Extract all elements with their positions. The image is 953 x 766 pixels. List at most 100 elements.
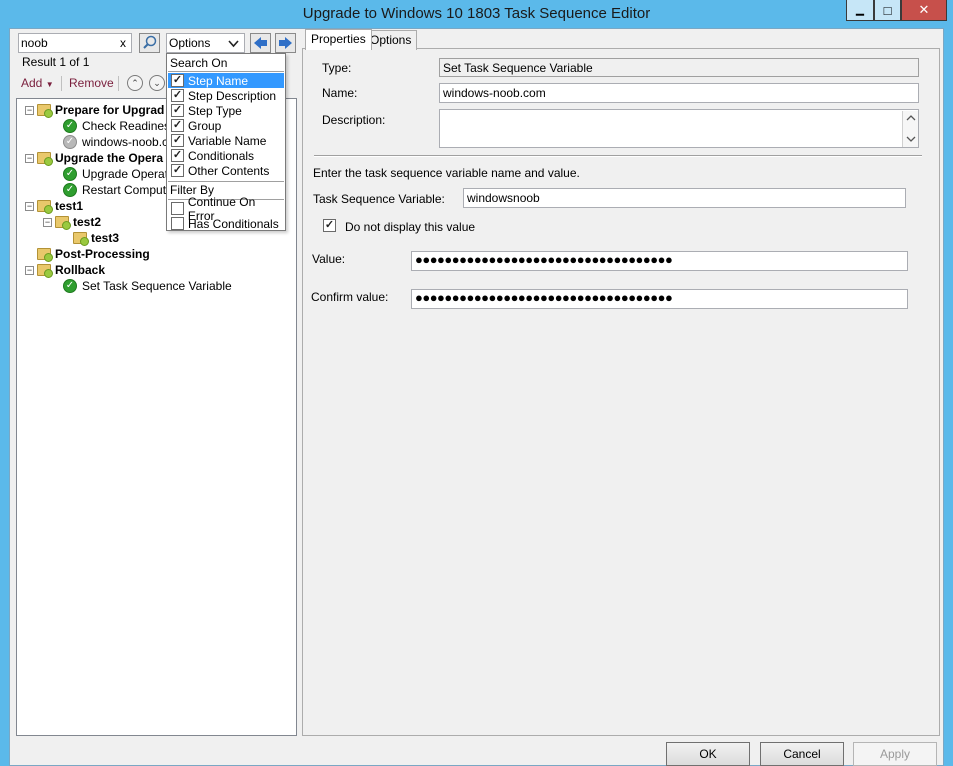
group-folder-icon <box>73 232 89 246</box>
search-on-option[interactable]: ✓ Other Contents <box>168 163 284 178</box>
checkmark-icon: ✓ <box>324 219 335 231</box>
search-on-option[interactable]: ✓ Step Name <box>168 73 284 88</box>
add-button[interactable]: Add ▼ <box>21 76 54 90</box>
search-on-option[interactable]: ✓ Step Type <box>168 103 284 118</box>
group-folder-icon <box>37 264 53 278</box>
window-title: Upgrade to Windows 10 1803 Task Sequence… <box>302 5 651 22</box>
step-disabled-icon: ✓ <box>63 135 77 149</box>
value-field[interactable]: ●●●●●●●●●●●●●●●●●●●●●●●●●●●●●●●●●●●● <box>411 251 908 271</box>
tree-node[interactable]: − Rollback <box>25 262 105 278</box>
name-field[interactable]: windows-noob.com <box>439 83 919 103</box>
tree-node[interactable]: − Upgrade the Opera <box>25 150 163 166</box>
checkbox[interactable]: ✓ <box>171 164 184 177</box>
search-button[interactable] <box>139 33 160 53</box>
checkbox[interactable]: ✓ <box>171 134 184 147</box>
tree-node[interactable]: Post-Processing <box>25 246 150 262</box>
group-folder-icon <box>55 216 71 230</box>
step-ok-icon: ✓ <box>63 279 77 293</box>
group-folder-icon <box>37 152 53 166</box>
tab-options[interactable]: Options <box>364 30 418 50</box>
checkbox[interactable] <box>171 217 184 230</box>
tree-node[interactable]: − test2 <box>43 214 101 230</box>
close-button[interactable]: ✕ <box>901 0 947 21</box>
ok-button[interactable]: OK <box>666 742 750 766</box>
instruction-text: Enter the task sequence variable name an… <box>313 166 580 180</box>
search-on-option[interactable]: ✓ Variable Name <box>168 133 284 148</box>
checkbox[interactable]: ✓ <box>171 119 184 132</box>
remove-button[interactable]: Remove <box>69 76 114 90</box>
checkbox[interactable] <box>171 202 184 215</box>
search-on-option[interactable]: ✓ Group <box>168 118 284 133</box>
filter-by-option[interactable]: Continue On Error <box>168 195 284 223</box>
description-field[interactable] <box>439 109 919 148</box>
tree-node[interactable]: test3 <box>61 230 119 246</box>
menu-divider <box>168 71 284 72</box>
search-input-value: noob <box>21 36 48 50</box>
filter-by-option[interactable]: Has Conditionals <box>168 216 284 231</box>
tab-properties[interactable]: Properties <box>305 29 372 50</box>
search-on-option-label: Other Contents <box>188 163 270 178</box>
filter-by-option-label: Has Conditionals <box>188 216 279 231</box>
search-input[interactable]: noob x <box>18 33 132 53</box>
group-folder-icon <box>37 200 53 214</box>
type-field: Set Task Sequence Variable <box>439 58 919 77</box>
checkbox[interactable]: ✓ <box>171 149 184 162</box>
checkbox[interactable]: ✓ <box>171 104 184 117</box>
variable-value: windowsnoob <box>467 191 540 205</box>
tree-node-label: Check Readiness <box>82 119 177 133</box>
move-up-button[interactable]: ⌃ <box>127 75 143 91</box>
tree-node[interactable]: − Prepare for Upgrad <box>25 102 164 118</box>
confirm-value-field[interactable]: ●●●●●●●●●●●●●●●●●●●●●●●●●●●●●●●●●●●● <box>411 289 908 309</box>
tree-node[interactable]: ✓ Upgrade Operating <box>43 166 184 182</box>
tree-node-label: Set Task Sequence Variable <box>82 279 232 293</box>
collapse-icon[interactable]: − <box>25 153 34 163</box>
variable-label: Task Sequence Variable: <box>313 192 445 206</box>
minimize-button[interactable]: ▁ <box>846 0 874 21</box>
step-ok-icon: ✓ <box>63 167 77 181</box>
move-down-button[interactable]: ⌄ <box>149 75 165 91</box>
arrow-right-icon <box>279 37 292 49</box>
collapse-icon[interactable]: − <box>25 201 34 211</box>
next-result-button[interactable] <box>275 33 296 53</box>
clear-search-button[interactable]: x <box>120 36 126 50</box>
hide-value-checkbox[interactable]: ✓ <box>323 219 336 232</box>
confirm-value-masked: ●●●●●●●●●●●●●●●●●●●●●●●●●●●●●●●●●●●● <box>415 290 672 305</box>
apply-button[interactable]: Apply <box>853 742 937 766</box>
tree-node[interactable]: ✓ windows-noob.com <box>43 134 185 150</box>
search-on-option-label: Variable Name <box>188 133 267 148</box>
close-icon: ✕ <box>918 2 930 17</box>
tree-node-label: Post-Processing <box>55 247 150 261</box>
collapse-icon[interactable]: − <box>25 105 34 115</box>
search-on-option[interactable]: ✓ Conditionals <box>168 148 284 163</box>
group-folder-icon <box>37 104 53 118</box>
cancel-button[interactable]: Cancel <box>760 742 844 766</box>
tree-node-label: test1 <box>55 199 84 213</box>
tree-node[interactable]: ✓ Check Readiness <box>43 118 176 134</box>
toolbar-divider <box>118 76 119 91</box>
search-on-option-label: Step Type <box>188 103 242 118</box>
tree-node[interactable]: ✓ Set Task Sequence Variable <box>43 278 232 294</box>
previous-result-button[interactable] <box>250 33 271 53</box>
type-label: Type: <box>322 61 352 75</box>
maximize-button[interactable]: □ <box>874 0 901 21</box>
checkbox[interactable]: ✓ <box>171 89 184 102</box>
double-chevron-down-icon: ⌄ <box>153 78 161 88</box>
description-scrollbar[interactable] <box>902 111 918 147</box>
maximize-icon: □ <box>883 2 892 18</box>
search-on-option[interactable]: ✓ Step Description <box>168 88 284 103</box>
value-masked: ●●●●●●●●●●●●●●●●●●●●●●●●●●●●●●●●●●●● <box>415 252 672 267</box>
section-divider <box>314 155 922 157</box>
tree-node-label: Restart Computer <box>82 183 177 197</box>
options-dropdown[interactable]: Options <box>166 33 245 53</box>
name-value: windows-noob.com <box>443 86 546 100</box>
tree-node-label: Upgrade the Opera <box>55 151 164 165</box>
collapse-icon[interactable]: − <box>43 217 52 227</box>
search-on-header: Search On <box>170 55 228 70</box>
variable-field[interactable]: windowsnoob <box>463 188 906 208</box>
collapse-icon[interactable]: − <box>25 265 34 275</box>
step-ok-icon: ✓ <box>63 183 77 197</box>
tree-node[interactable]: − test1 <box>25 198 83 214</box>
checkbox[interactable]: ✓ <box>171 74 184 87</box>
tree-node[interactable]: ✓ Restart Computer <box>43 182 177 198</box>
tree-node-label: test3 <box>91 231 120 245</box>
